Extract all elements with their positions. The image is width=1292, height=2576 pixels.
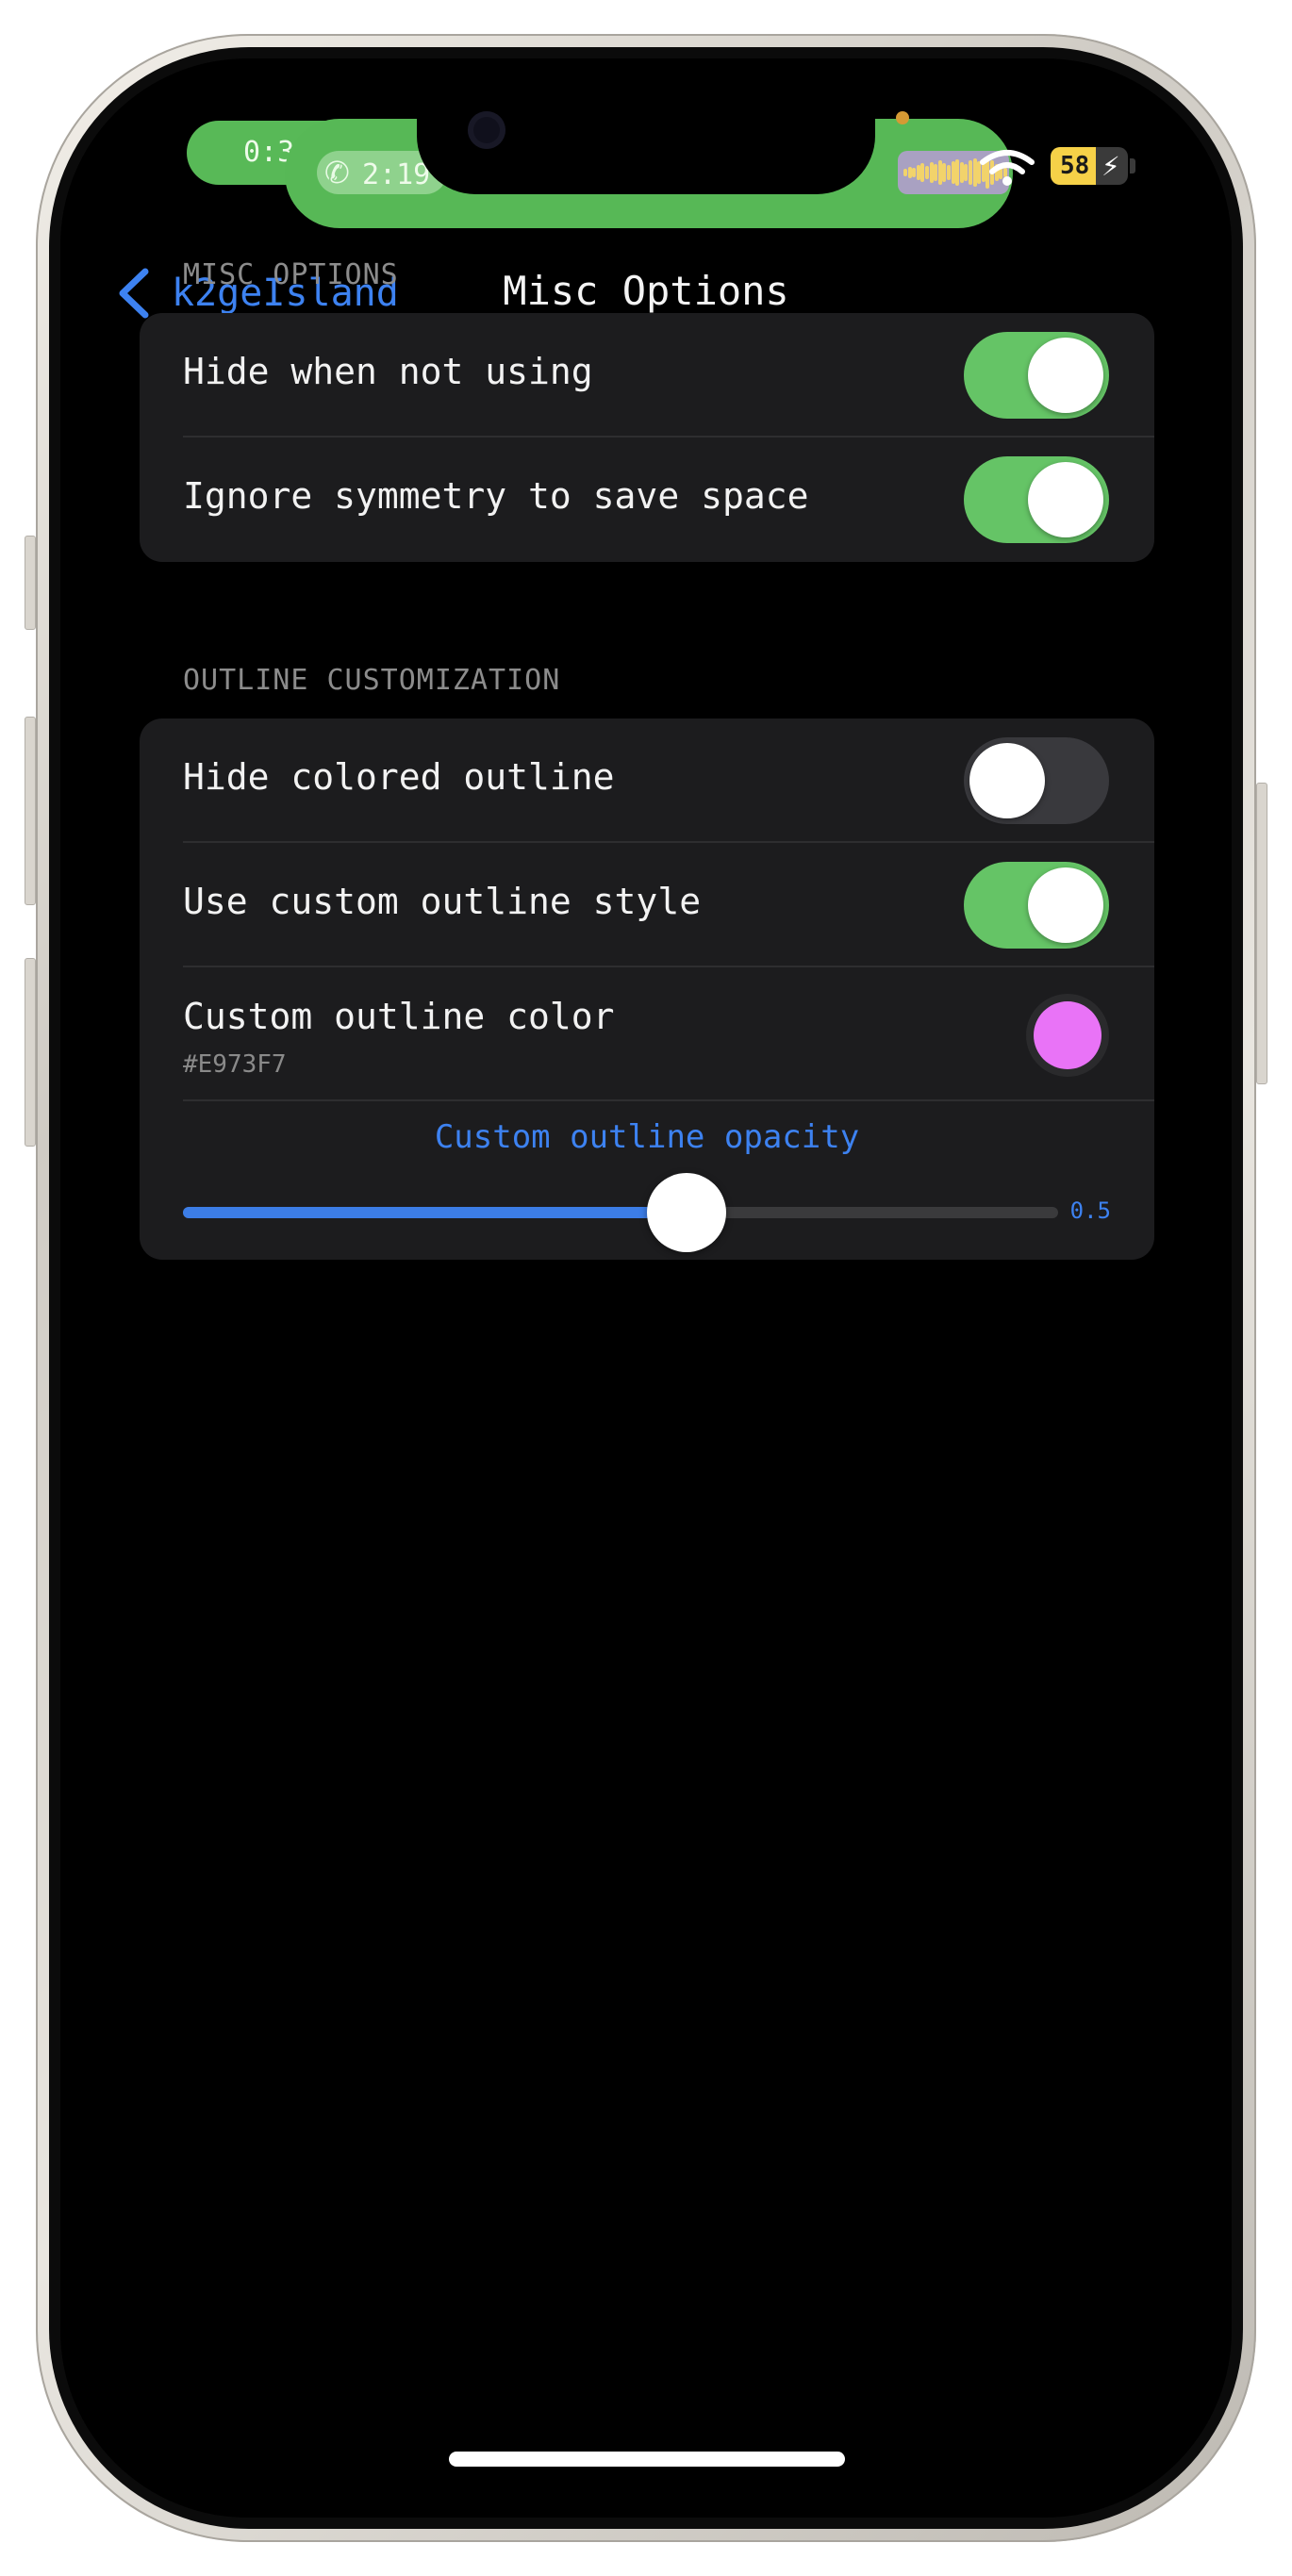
row-label: Hide colored outline: [183, 756, 615, 798]
waveform-bar: [964, 164, 969, 181]
waveform-bar: [934, 164, 938, 181]
phone-icon: ✆: [324, 155, 350, 190]
waveform-bar: [969, 160, 972, 185]
settings-row: Hide when not using: [140, 313, 1154, 438]
settings-row: Hide colored outline: [140, 718, 1154, 843]
section-header-misc-options: MISC OPTIONS: [183, 258, 399, 291]
color-swatch-fill: [1034, 1001, 1102, 1069]
waveform-bar: [903, 169, 907, 176]
outline-customization-group: Hide colored outline Use custom outline …: [140, 718, 1154, 1260]
use-custom-outline-style-toggle[interactable]: [964, 862, 1109, 949]
waveform-bar: [959, 162, 964, 183]
wifi-icon: [980, 150, 1035, 186]
opacity-slider-track[interactable]: [183, 1207, 1058, 1218]
screen: 0:32 ✆ 2:19 58 ⚡ k2geIsland Misc Options…: [60, 58, 1232, 2518]
battery-percent: 58: [1060, 152, 1090, 180]
toggle-knob: [1028, 462, 1103, 537]
action-button: [25, 536, 36, 630]
settings-row: Use custom outline style: [140, 843, 1154, 967]
hide-colored-outline-toggle[interactable]: [964, 737, 1109, 824]
toggle-knob: [969, 743, 1045, 818]
waveform-bar: [951, 161, 955, 184]
color-hex-value: #E973F7: [183, 1050, 287, 1079]
slider-title: Custom outline opacity: [434, 1118, 860, 1156]
charging-bolt-icon: ⚡: [1102, 151, 1120, 182]
battery-icon: 58 ⚡: [1051, 147, 1128, 185]
settings-row: Ignore symmetry to save space: [140, 438, 1154, 562]
custom-outline-color-row[interactable]: Custom outline color #E973F7: [140, 967, 1154, 1101]
toggle-knob: [1028, 338, 1103, 413]
opacity-value: 0.5: [1069, 1197, 1111, 1224]
waveform-bar: [955, 159, 960, 186]
waveform-bar: [925, 166, 929, 179]
row-label: Custom outline color: [183, 996, 615, 1037]
waveform-bar: [947, 165, 951, 180]
row-label: Use custom outline style: [183, 881, 702, 922]
outline-opacity-slider-row: Custom outline opacity 0.5: [140, 1101, 1154, 1260]
waveform-bar: [912, 168, 917, 177]
home-indicator[interactable]: [449, 2452, 845, 2467]
side-button: [1256, 783, 1267, 1084]
ignore-symmetry-toggle[interactable]: [964, 456, 1109, 543]
opacity-slider-thumb[interactable]: [646, 1173, 726, 1252]
waveform-bar: [916, 165, 920, 180]
waveform-bar: [972, 158, 977, 187]
privacy-indicator-dot: [896, 111, 909, 124]
row-label: Ignore symmetry to save space: [183, 475, 809, 517]
waveform-bar: [942, 163, 947, 182]
color-swatch-button[interactable]: [1026, 994, 1109, 1077]
hide-when-not-using-toggle[interactable]: [964, 332, 1109, 419]
waveform-bar: [937, 160, 942, 185]
opacity-slider-fill: [183, 1207, 687, 1218]
volume-up-button: [25, 717, 36, 905]
toggle-knob: [1028, 867, 1103, 943]
volume-down-button: [25, 958, 36, 1147]
call-time: 2:19: [362, 158, 431, 191]
section-header-outline-customization: OUTLINE CUSTOMIZATION: [183, 664, 561, 697]
front-camera: [468, 111, 505, 149]
waveform-bar: [920, 163, 925, 182]
battery-nub: [1130, 158, 1135, 173]
waveform-bar: [929, 162, 934, 183]
row-label: Hide when not using: [183, 351, 593, 392]
waveform-bar: [907, 167, 912, 178]
misc-options-group: Hide when not using Ignore symmetry to s…: [140, 313, 1154, 562]
